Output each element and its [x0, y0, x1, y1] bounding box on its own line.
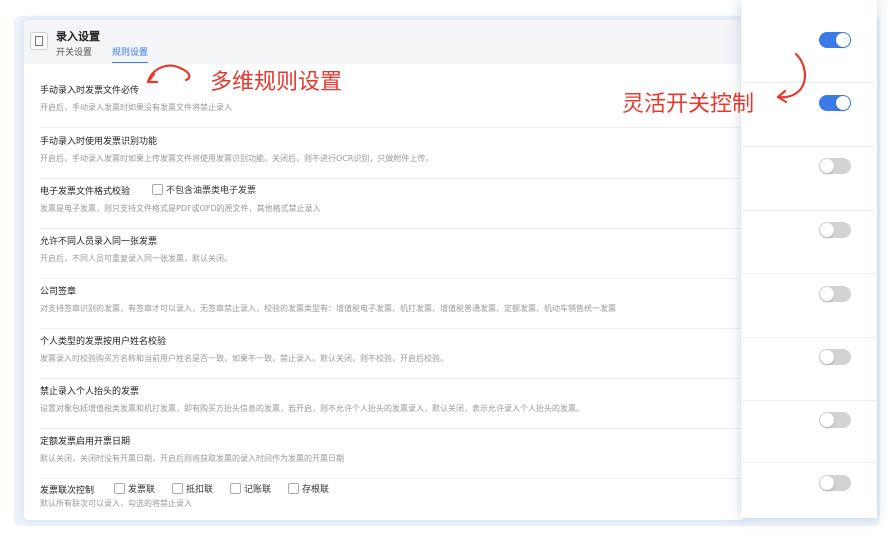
checkbox-exclude-oil[interactable]: 不包含油票类电子发票: [152, 183, 256, 196]
checkbox-box[interactable]: [288, 483, 299, 494]
checkbox-label: 抵扣联: [186, 485, 214, 495]
row-desc: 发票是电子发票，则只支持文件格式是PDF或OFD的原文件，其他格式禁止录入: [40, 204, 321, 213]
toggle-switch[interactable]: [819, 475, 851, 491]
setting-row: 电子发票文件格式校验 不包含油票类电子发票 发票是电子发票，则只支持文件格式是P…: [40, 178, 740, 229]
row-title: 手动录入时使用发票识别功能: [40, 137, 158, 147]
row-desc: 发票录入时校验购买方名称和当前用户姓名是否一致，如果不一致，禁止录入。默认关闭，…: [40, 354, 448, 363]
toggle-switch[interactable]: [819, 412, 851, 428]
checkbox-accounting-copy[interactable]: 记账联: [230, 482, 271, 495]
row-title: 公司签章: [40, 287, 77, 297]
setting-row: 定额发票启用开票日期 默认关闭，关闭时没有开票日期，开启后则将获取发票的录入时间…: [40, 428, 740, 479]
divider: [741, 146, 877, 147]
toggle-switch[interactable]: [819, 32, 851, 48]
divider: [741, 462, 877, 463]
row-title: 电子发票文件格式校验: [40, 187, 131, 197]
checkbox-box[interactable]: [230, 483, 241, 494]
row-desc: 设置对象包括增值税类发票和机打发票，即有购买方抬头信息的发票，若开启，则不允许个…: [40, 404, 584, 413]
annotation-flexible-toggle: 灵活开关控制: [622, 92, 755, 117]
checkbox-label: 存根联: [302, 485, 330, 495]
divider: [741, 337, 877, 338]
annotation-arrow-icon: [146, 64, 191, 84]
setting-row: 禁止录入个人抬头的发票 设置对象包括增值税类发票和机打发票，即有购买方抬头信息的…: [40, 378, 740, 429]
divider: [741, 273, 877, 274]
checkbox-box[interactable]: [114, 483, 125, 494]
setting-row: 个人类型的发票按用户姓名校验 发票录入时校验购买方名称和当前用户姓名是否一致，如…: [40, 328, 740, 379]
annotation-arrow-icon: [776, 52, 806, 104]
setting-row: 手动录入时使用发票识别功能 开启后，手动录入发票时如果上传发票文件将使用发票识别…: [40, 128, 740, 179]
divider: [741, 210, 877, 211]
setting-row: 公司签章 对支持签章识别的发票，有签章才可以录入，无签章禁止录入，校验的发票类型…: [40, 278, 740, 329]
checkbox-box[interactable]: [152, 184, 163, 195]
setting-row: 发票联次控制 发票联 抵扣联 记账联 存根联 默认所有联次可以录入，勾选的将禁止…: [40, 477, 740, 520]
toggle-switch[interactable]: [819, 222, 851, 238]
annotation-multi-rules: 多维规则设置: [210, 70, 343, 95]
page-title: 录入设置: [56, 30, 100, 43]
row-title: 手动录入时发票文件必传: [40, 86, 140, 96]
row-title: 允许不同人员录入同一张发票: [40, 237, 158, 247]
checkbox-deduction-copy[interactable]: 抵扣联: [172, 482, 213, 495]
checkbox-label: 记账联: [244, 485, 272, 495]
toggle-switch[interactable]: [819, 158, 851, 174]
checkbox-label: 不包含油票类电子发票: [166, 186, 257, 196]
row-title: 发票联次控制: [40, 486, 95, 496]
row-desc: 对支持签章识别的发票，有签章才可以录入，无签章禁止录入，校验的发票类型有：增值税…: [40, 304, 616, 313]
checkbox-box[interactable]: [172, 483, 183, 494]
setting-row: 允许不同人员录入同一张发票 开启后，不同人员可重复录入同一张发票，默认关闭。: [40, 228, 740, 279]
row-desc: 默认关闭，关闭时没有开票日期，开启后则将获取发票的录入时间作为发票的开票日期: [40, 454, 344, 463]
row-title: 个人类型的发票按用户姓名校验: [40, 337, 167, 347]
divider: [741, 400, 877, 401]
panel-header: 录入设置 开关设置 规则设置: [24, 20, 744, 64]
checkbox-label: 发票联: [128, 485, 156, 495]
toggle-switch[interactable]: [819, 95, 851, 111]
checkbox-invoice-copy[interactable]: 发票联: [114, 482, 155, 495]
toggle-switch[interactable]: [819, 349, 851, 365]
row-title: 禁止录入个人抬头的发票: [40, 387, 140, 397]
row-desc: 开启后，手动录入发票时如果没有发票文件将禁止录入: [40, 103, 232, 112]
tab-switch-settings[interactable]: 开关设置: [56, 45, 92, 60]
checkbox-stub-copy[interactable]: 存根联: [288, 482, 329, 495]
toggle-switch[interactable]: [819, 286, 851, 302]
row-desc: 开启后，手动录入发票时如果上传发票文件将使用发票识别功能。关闭后，则不进行OCR…: [40, 154, 434, 163]
document-icon: [30, 32, 48, 50]
row-desc: 默认所有联次可以录入，勾选的将禁止录入: [40, 499, 192, 508]
row-title: 定额发票启用开票日期: [40, 437, 131, 447]
row-desc: 开启后，不同人员可重复录入同一张发票，默认关闭。: [40, 254, 232, 263]
